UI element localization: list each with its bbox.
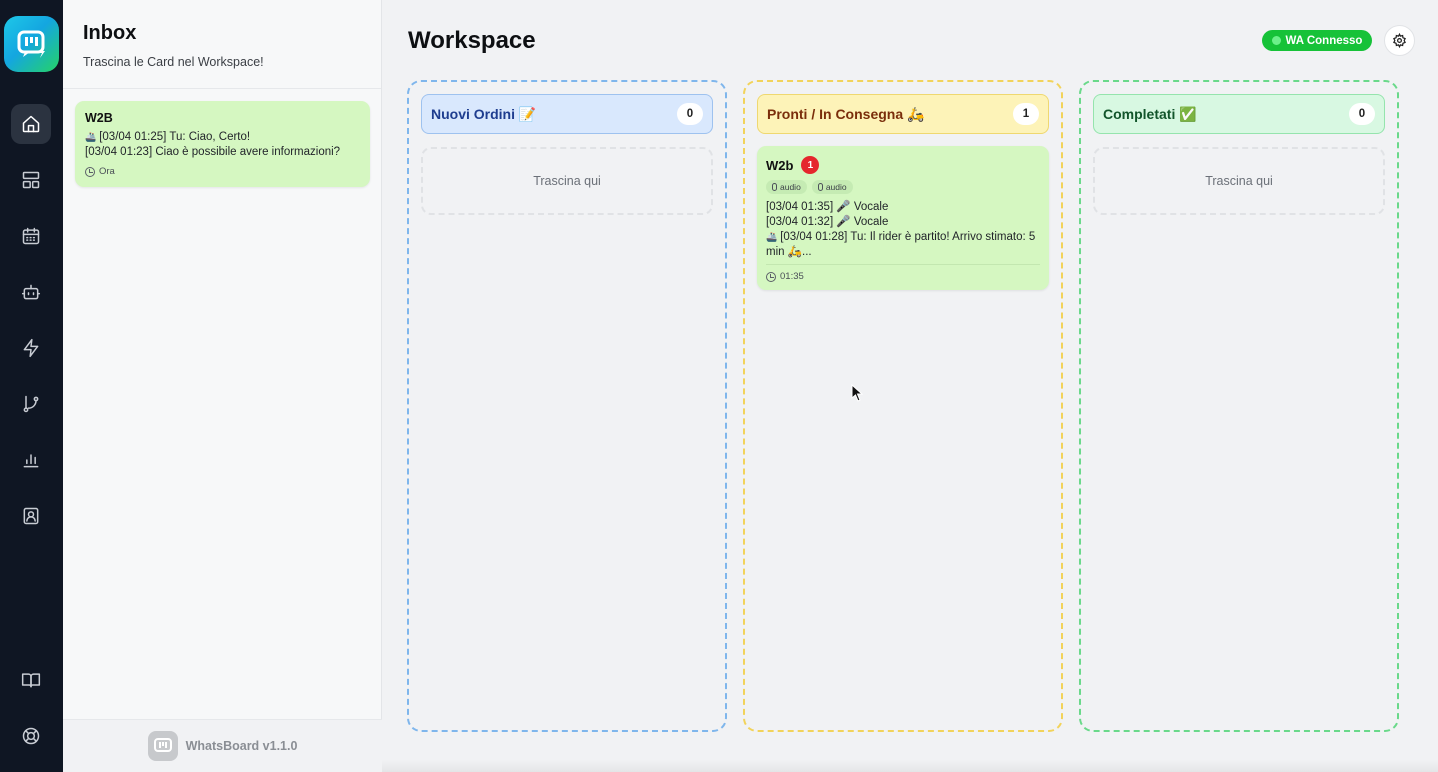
- column-count-badge: 0: [677, 103, 703, 125]
- order-messages: [03/04 01:35] 🎤 Vocale [03/04 01:32] 🎤 V…: [766, 200, 1040, 260]
- app-version: WhatsBoard v1.1.0: [185, 739, 298, 753]
- nav-contacts[interactable]: [11, 496, 51, 536]
- column-title: Nuovi Ordini 📝: [431, 105, 537, 122]
- nav-home[interactable]: [11, 104, 51, 144]
- dropzone[interactable]: Trascina qui: [421, 147, 713, 215]
- unread-badge: 1: [801, 156, 820, 174]
- clock-icon: [766, 271, 776, 282]
- message-line: [03/04 01:32] 🎤 Vocale: [766, 216, 889, 228]
- nav-bot[interactable]: [11, 272, 51, 312]
- column-header: Completati ✅ 0: [1093, 94, 1385, 134]
- sent-icon: 🚢: [85, 132, 97, 142]
- book-icon: [21, 673, 41, 688]
- footer-logo-icon: [147, 731, 178, 761]
- bottom-shade: [382, 760, 1438, 772]
- column-count-badge: 1: [1013, 103, 1039, 125]
- home-icon: [22, 115, 40, 133]
- order-card-name: W2b: [766, 157, 794, 173]
- chat-time: Ora: [85, 166, 360, 177]
- icon-sidebar: [0, 0, 63, 772]
- contact-icon: [23, 507, 39, 525]
- gear-icon: [1393, 33, 1406, 48]
- message-line: min 🛵...: [766, 246, 812, 258]
- mic-icon: [817, 183, 823, 191]
- nav-help[interactable]: [11, 716, 51, 756]
- mic-icon: [772, 183, 777, 191]
- calendar-icon: [22, 227, 40, 245]
- board-logo-icon: [17, 30, 45, 58]
- column-completed[interactable]: Completati ✅ 0 Trascina qui: [1079, 80, 1399, 732]
- status-dot-icon: [1271, 36, 1281, 45]
- column-title: Completati ✅: [1103, 105, 1197, 122]
- column-ready-delivery[interactable]: Pronti / In Consegna 🛵 1 W2b 1 audio aud…: [743, 80, 1063, 732]
- app-logo[interactable]: [4, 16, 59, 72]
- message-line: 🚢 [03/04 01:28] Tu: Il rider è partito! A…: [766, 231, 1036, 243]
- column-new-orders[interactable]: Nuovi Ordini 📝 0 Trascina qui: [407, 80, 727, 732]
- sent-icon: 🚢: [766, 232, 778, 242]
- bot-icon: [21, 284, 41, 300]
- inbox-title: Inbox: [83, 22, 137, 44]
- app-footer: WhatsBoard v1.1.0: [63, 719, 382, 772]
- nav-docs[interactable]: [11, 660, 51, 700]
- column-title: Pronti / In Consegna 🛵: [767, 105, 925, 122]
- nav-automations[interactable]: [11, 328, 51, 368]
- divider: [766, 264, 1040, 265]
- nav-dashboard[interactable]: [11, 160, 51, 200]
- column-header: Pronti / In Consegna 🛵 1: [757, 94, 1049, 134]
- message-line: [03/04 01:35] 🎤 Vocale: [766, 201, 889, 213]
- media-tags: audio audio: [766, 180, 1040, 194]
- workspace-title: Workspace: [408, 27, 536, 54]
- bar-chart-icon: [23, 454, 39, 468]
- nav-flows[interactable]: [11, 384, 51, 424]
- inbox-panel: Inbox Trascina le Card nel Workspace! W2…: [63, 0, 382, 772]
- inbox-chat-card[interactable]: W2B 🚢 [03/04 01:25] Tu: Ciao, Certo! [03/…: [75, 101, 370, 187]
- column-count-badge: 0: [1349, 103, 1375, 125]
- mouse-cursor-icon: [851, 384, 863, 402]
- layout-icon: [22, 171, 40, 189]
- audio-tag[interactable]: audio: [811, 180, 853, 194]
- chat-message-line: [03/04 01:23] Ciao è possibile avere inf…: [85, 146, 341, 158]
- column-header: Nuovi Ordini 📝 0: [421, 94, 713, 134]
- order-time: 01:35: [766, 271, 1040, 282]
- audio-tag[interactable]: audio: [766, 180, 807, 194]
- bolt-icon: [23, 338, 39, 358]
- order-card[interactable]: W2b 1 audio audio [03/04 01:35] 🎤 Vocale…: [757, 146, 1049, 290]
- inbox-header: Inbox Trascina le Card nel Workspace!: [63, 0, 381, 89]
- clock-icon: [85, 166, 95, 177]
- chat-message-line: 🚢 [03/04 01:25] Tu: Ciao, Certo!: [85, 131, 251, 143]
- nav-calendar[interactable]: [11, 216, 51, 256]
- nav-stats[interactable]: [11, 440, 51, 480]
- connection-status-badge[interactable]: WA Connesso: [1262, 30, 1372, 51]
- inbox-subtitle: Trascina le Card nel Workspace!: [83, 55, 264, 69]
- settings-button[interactable]: [1384, 25, 1415, 56]
- dropzone[interactable]: Trascina qui: [1093, 147, 1385, 215]
- lifebuoy-icon: [22, 727, 40, 745]
- git-branch-icon: [23, 395, 39, 413]
- chat-name: W2B: [85, 111, 113, 125]
